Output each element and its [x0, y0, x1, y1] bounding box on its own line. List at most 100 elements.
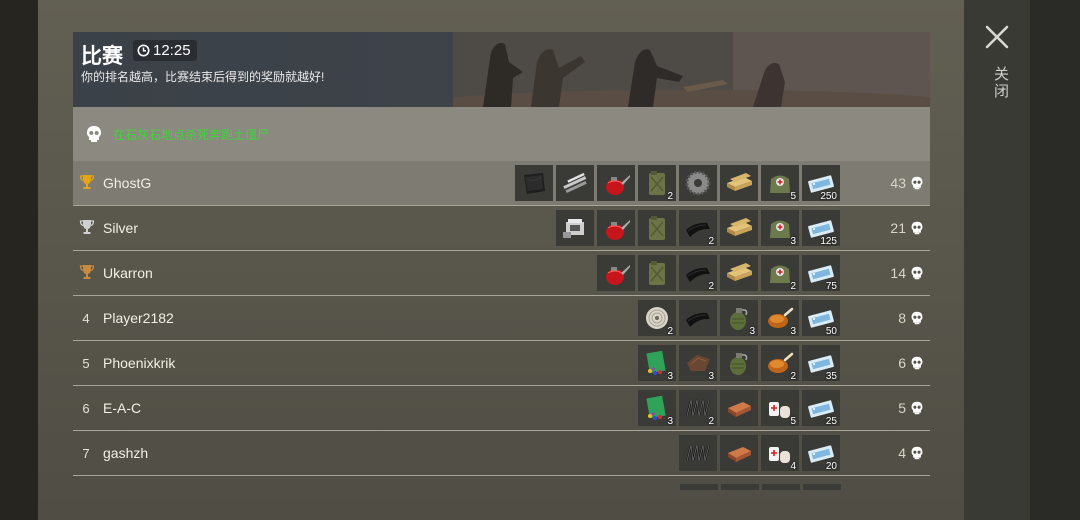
trophy-icon — [79, 264, 95, 279]
reward-slot[interactable]: 25 — [802, 390, 840, 427]
reward-slot[interactable] — [720, 345, 758, 381]
reward-slot[interactable] — [720, 390, 758, 426]
reward-slot[interactable] — [597, 255, 635, 291]
reward-slot[interactable] — [720, 210, 758, 246]
reward-slot[interactable]: 3 — [761, 210, 799, 247]
rank-number: 5 — [82, 355, 90, 371]
leaderboard-row[interactable]: Ukarron 2 2 75 14 — [73, 251, 930, 296]
reward-slot[interactable]: 20 — [802, 435, 840, 472]
reward-items: 3 3 2 35 — [638, 345, 840, 382]
leaderboard-list[interactable]: GhostG 2 5 250 43 Silver 2 3 125 21 Ukarron 2 2 75 14 4… — [73, 161, 930, 476]
close-icon[interactable] — [984, 24, 1010, 50]
reward-slot[interactable]: 250 — [802, 165, 840, 202]
player-name[interactable]: Ukarron — [103, 265, 153, 281]
skull-icon — [911, 446, 923, 460]
close-label[interactable]: 关闭 — [990, 66, 1011, 100]
reward-slot[interactable]: 2 — [761, 255, 799, 292]
reward-items: 2 2 75 — [597, 255, 840, 292]
reward-slot[interactable]: 3 — [761, 300, 799, 337]
reward-slot[interactable] — [556, 165, 594, 201]
player-name[interactable]: Phoenixkrik — [103, 355, 175, 371]
kill-score-value: 6 — [898, 355, 906, 371]
reward-count: 2 — [708, 416, 714, 427]
leaderboard-row[interactable]: Silver 2 3 125 21 — [73, 206, 930, 251]
reward-items: 2 3 125 — [556, 210, 840, 247]
reward-slot[interactable]: 50 — [802, 300, 840, 337]
reward-slot[interactable] — [720, 435, 758, 471]
kill-score: 4 — [898, 445, 924, 461]
player-name[interactable]: Silver — [103, 220, 138, 236]
reward-count: 20 — [825, 461, 837, 472]
trophy-icon — [79, 219, 95, 234]
copper-bar-icon — [728, 402, 751, 417]
reward-slot[interactable]: 3 — [638, 390, 676, 427]
reward-slot[interactable] — [597, 210, 635, 246]
reward-slot[interactable]: 2 — [638, 300, 676, 337]
reward-slot[interactable] — [679, 300, 717, 336]
reward-count: 5 — [790, 191, 796, 202]
reward-count: 2 — [708, 281, 714, 292]
plank-icon — [727, 218, 752, 236]
kill-score: 43 — [890, 175, 924, 191]
oil-can-icon — [606, 265, 630, 285]
reward-count: 125 — [820, 236, 837, 247]
reward-slot[interactable]: 5 — [761, 390, 799, 427]
reward-count: 3 — [708, 371, 714, 382]
reward-slot[interactable]: 2 — [638, 165, 676, 202]
spring-icon — [685, 444, 711, 462]
reward-count: 3 — [667, 371, 673, 382]
reward-slot[interactable] — [638, 210, 676, 246]
left-margin — [0, 0, 38, 520]
reward-slot[interactable]: 35 — [802, 345, 840, 382]
rank-trophy — [79, 264, 95, 283]
right-edge — [1030, 0, 1080, 520]
reward-slot[interactable]: 2 — [679, 390, 717, 427]
leaderboard-row[interactable]: 4 Player2182 2 3 3 50 8 — [73, 296, 930, 341]
leaderboard-row[interactable]: GhostG 2 5 250 43 — [73, 161, 930, 206]
reward-slot[interactable] — [597, 165, 635, 201]
reward-slot[interactable]: 3 — [679, 345, 717, 382]
reward-items: 2 3 3 50 — [638, 300, 840, 337]
reward-slot[interactable]: 5 — [761, 165, 799, 202]
leather-icon — [524, 173, 545, 194]
reward-slot[interactable]: 2 — [679, 255, 717, 292]
reward-slot[interactable] — [679, 165, 717, 201]
reward-count: 2 — [667, 326, 673, 337]
skull-icon — [911, 401, 923, 415]
skull-icon — [911, 356, 923, 370]
player-name[interactable]: E-A-C — [103, 400, 141, 416]
reward-slot[interactable] — [679, 435, 717, 471]
kill-score-value: 43 — [890, 175, 906, 191]
reward-items: 3 2 5 25 — [638, 390, 840, 427]
reward-slot[interactable] — [556, 210, 594, 246]
reward-slot[interactable] — [720, 165, 758, 201]
reward-slot[interactable]: 2 — [679, 210, 717, 247]
clock-icon — [137, 44, 150, 57]
reward-slot[interactable] — [720, 255, 758, 291]
copper-bar-icon — [728, 447, 751, 462]
leaderboard-row[interactable]: 6 E-A-C 3 2 5 25 5 — [73, 386, 930, 431]
reward-slot[interactable] — [515, 165, 553, 201]
oil-can-icon — [606, 220, 630, 240]
next-row-peek — [680, 484, 841, 490]
skull-icon — [87, 126, 101, 142]
leaderboard-row[interactable]: 5 Phoenixkrik 3 3 2 35 6 — [73, 341, 930, 386]
skull-icon — [911, 176, 923, 190]
rank-number: 6 — [82, 400, 90, 416]
reward-slot[interactable]: 4 — [761, 435, 799, 472]
reward-slot[interactable]: 3 — [638, 345, 676, 382]
kill-score-value: 5 — [898, 400, 906, 416]
reward-slot[interactable]: 75 — [802, 255, 840, 292]
reward-slot[interactable]: 3 — [720, 300, 758, 337]
reward-count: 50 — [825, 326, 837, 337]
header-artwork — [453, 32, 930, 107]
player-name[interactable]: Player2182 — [103, 310, 174, 326]
player-name[interactable]: gashzh — [103, 445, 148, 461]
reward-slot[interactable]: 125 — [802, 210, 840, 247]
kill-score-value: 4 — [898, 445, 906, 461]
reward-slot[interactable]: 2 — [761, 345, 799, 382]
leaderboard-row[interactable]: 7 gashzh 4 20 4 — [73, 431, 930, 476]
reward-slot[interactable] — [638, 255, 676, 291]
reward-count: 2 — [708, 236, 714, 247]
player-name[interactable]: GhostG — [103, 175, 151, 191]
